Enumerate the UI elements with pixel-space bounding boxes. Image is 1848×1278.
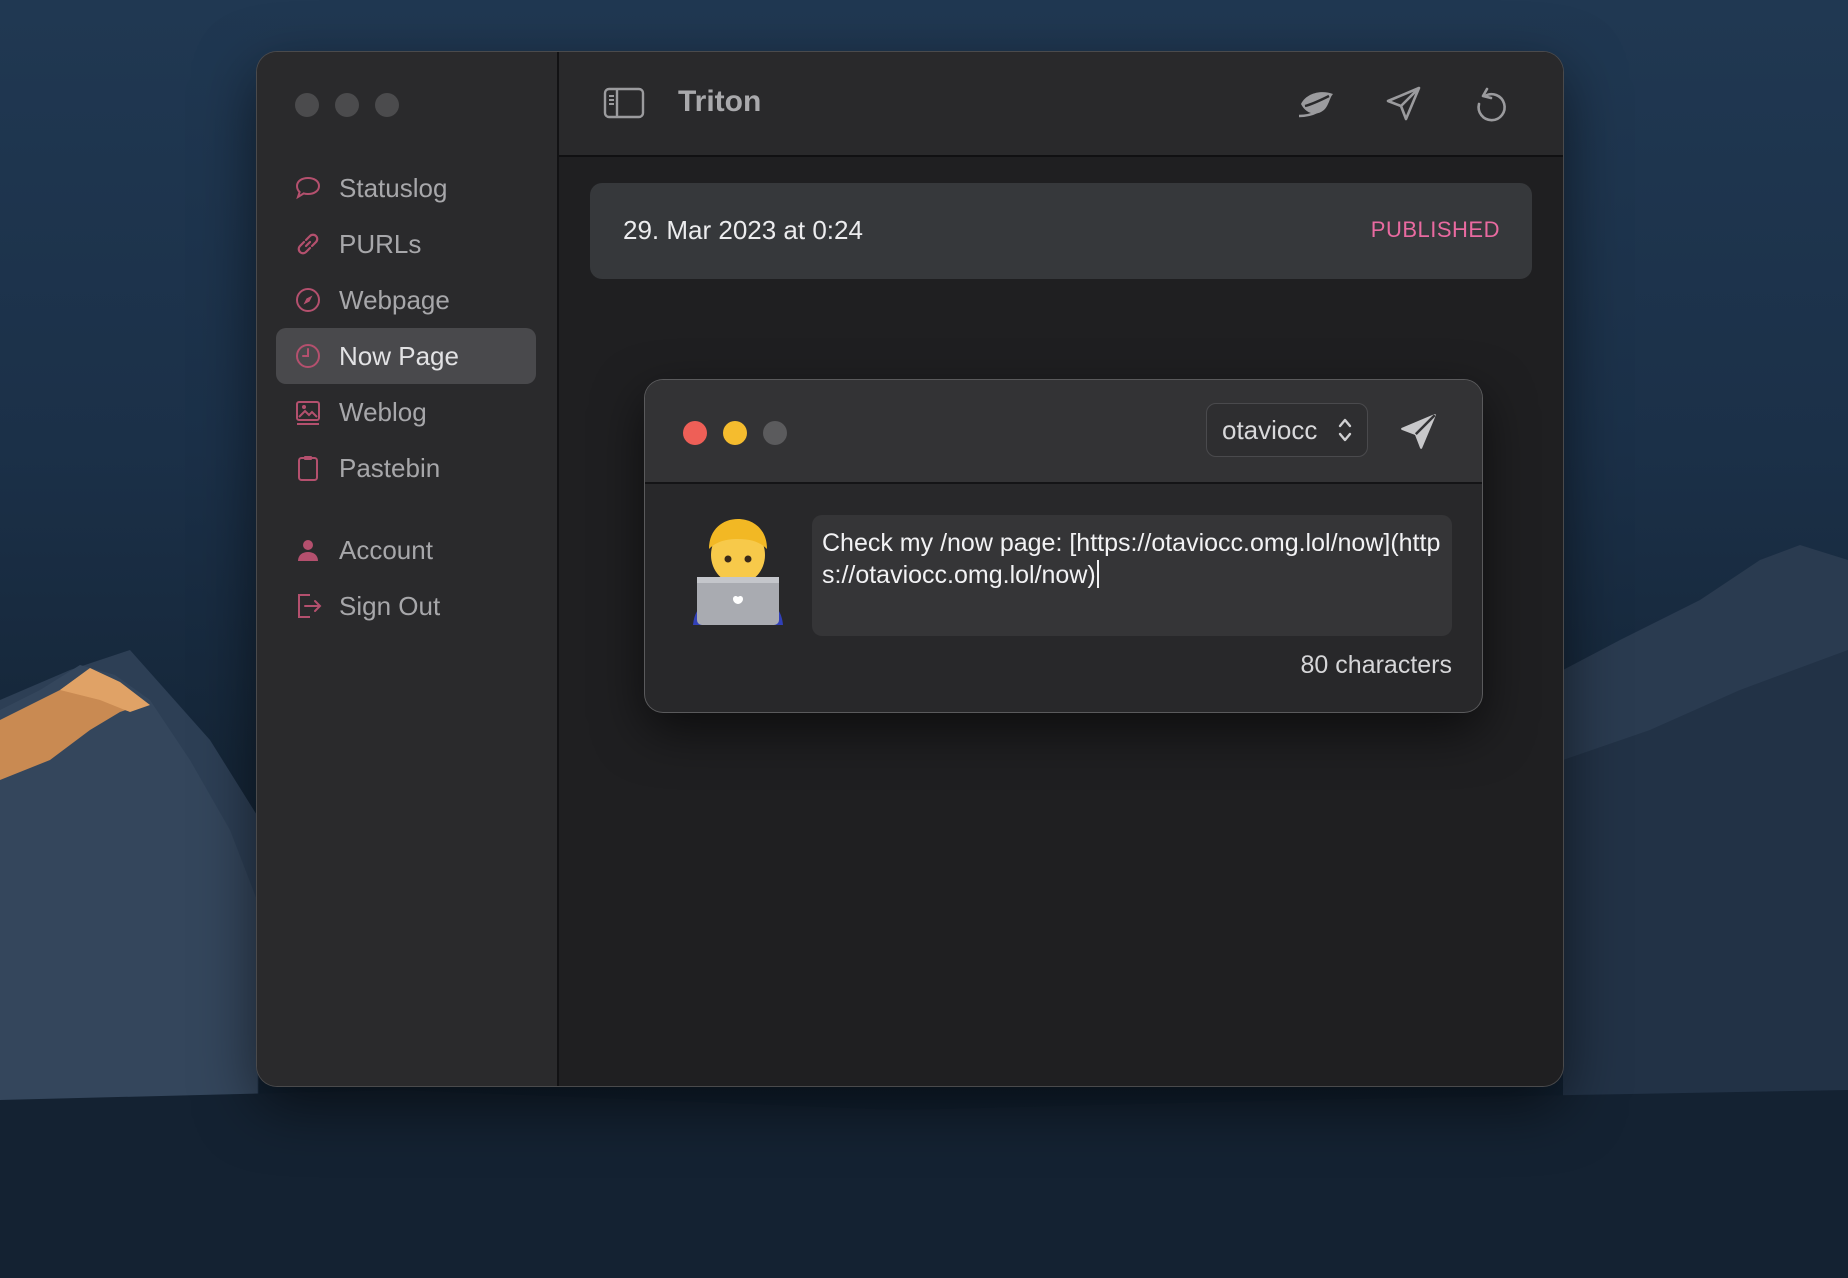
paper-plane-icon — [1386, 86, 1421, 121]
zoom-button[interactable] — [763, 421, 787, 445]
person-icon — [293, 535, 323, 565]
sidebar-item-weblog[interactable]: Weblog — [276, 384, 536, 440]
speech-bubble-icon — [293, 173, 323, 203]
avatar-emoji — [693, 519, 783, 625]
compose-toolbar: otaviocc — [645, 380, 1482, 484]
character-count: 80 characters — [1300, 651, 1452, 679]
clock-icon — [293, 341, 323, 371]
sidebar-item-statuslog[interactable]: Statuslog — [276, 160, 536, 216]
close-button[interactable] — [295, 93, 319, 117]
sidebar-toggle-button[interactable] — [603, 86, 645, 125]
sign-out-icon — [293, 591, 323, 621]
clipboard-icon — [293, 453, 323, 483]
sidebar-item-label: Weblog — [339, 396, 427, 427]
sidebar-item-label: Now Page — [339, 340, 459, 371]
sidebar-item-label: Statuslog — [339, 172, 448, 203]
leaf-button[interactable] — [1295, 82, 1339, 126]
zoom-button[interactable] — [375, 93, 399, 117]
sidebar-item-purls[interactable]: PURLs — [276, 216, 536, 272]
close-button[interactable] — [683, 421, 707, 445]
text-caret — [1096, 560, 1099, 588]
chevron-up-down-icon — [1338, 418, 1352, 442]
sidebar: Statuslog PURLs Webpage Now Page Weblog … — [257, 52, 559, 1086]
compass-icon — [293, 285, 323, 315]
sidebar-item-label: PURLs — [339, 228, 422, 259]
sidebar-item-label: Sign Out — [339, 590, 441, 621]
refresh-icon — [1477, 87, 1506, 122]
now-page-status-card[interactable]: 29. Mar 2023 at 0:24 PUBLISHED — [590, 183, 1532, 279]
sidebar-item-label: Webpage — [339, 284, 450, 315]
minimize-button[interactable] — [335, 93, 359, 117]
link-icon — [293, 229, 323, 259]
compose-window: otaviocc Check my /now page: [https://ot… — [645, 380, 1482, 712]
paper-plane-icon — [1401, 414, 1436, 449]
sidebar-item-webpage[interactable]: Webpage — [276, 272, 536, 328]
sidebar-item-label: Pastebin — [339, 452, 441, 483]
window-title: Triton — [678, 85, 762, 118]
send-button[interactable] — [1382, 82, 1426, 126]
compose-window-controls — [683, 421, 787, 445]
status-text: Check my /now page: [https://otaviocc.om… — [822, 529, 1441, 589]
published-date: 29. Mar 2023 at 0:24 — [623, 215, 863, 245]
sidebar-item-label: Account — [339, 534, 433, 565]
leaf-icon — [1298, 92, 1333, 118]
sidebar-nav: Statuslog PURLs Webpage Now Page Weblog … — [276, 160, 536, 634]
sidebar-item-pastebin[interactable]: Pastebin — [276, 440, 536, 496]
sidebar-item-account[interactable]: Account — [276, 522, 536, 578]
image-icon — [293, 397, 323, 427]
sidebar-item-now-page[interactable]: Now Page — [276, 328, 536, 384]
account-select-value: otaviocc — [1222, 414, 1318, 445]
sidebar-toggle-icon — [603, 87, 645, 119]
sidebar-item-sign-out[interactable]: Sign Out — [276, 578, 536, 634]
toolbar: Triton — [559, 52, 1563, 157]
account-select[interactable]: otaviocc — [1206, 403, 1368, 457]
refresh-button[interactable] — [1469, 82, 1513, 126]
minimize-button[interactable] — [723, 421, 747, 445]
window-controls — [295, 93, 399, 117]
status-text-editor[interactable]: Check my /now page: [https://otaviocc.om… — [812, 515, 1452, 636]
post-button[interactable] — [1397, 410, 1441, 454]
status-badge: PUBLISHED — [1370, 217, 1500, 242]
